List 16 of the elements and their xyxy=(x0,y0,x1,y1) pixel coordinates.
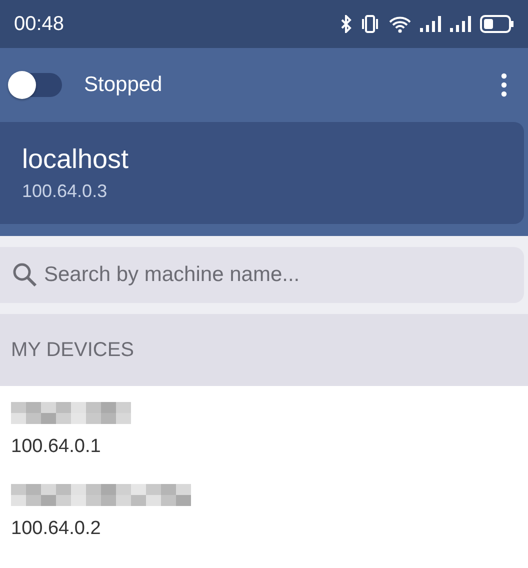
machine-address: 100.64.0.3 xyxy=(22,181,108,202)
machine-name: localhost xyxy=(22,144,130,175)
section-header: MY DEVICES xyxy=(0,314,528,386)
search-field[interactable]: Search by machine name... xyxy=(0,247,524,303)
device-address: 100.64.0.2 xyxy=(11,518,102,540)
toggle-switch[interactable] xyxy=(10,73,62,97)
machine-card[interactable]: localhost 100.64.0.3 xyxy=(0,122,524,224)
battery-icon xyxy=(480,15,514,33)
status-time: 00:48 xyxy=(14,12,64,36)
signal-icon xyxy=(450,16,472,32)
status-label: Stopped xyxy=(84,73,162,97)
bluetooth-icon xyxy=(340,15,352,33)
wifi-icon xyxy=(388,15,412,33)
signal-icon xyxy=(420,16,442,32)
vibrate-icon xyxy=(360,15,380,33)
device-address: 100.64.0.1 xyxy=(11,436,102,458)
